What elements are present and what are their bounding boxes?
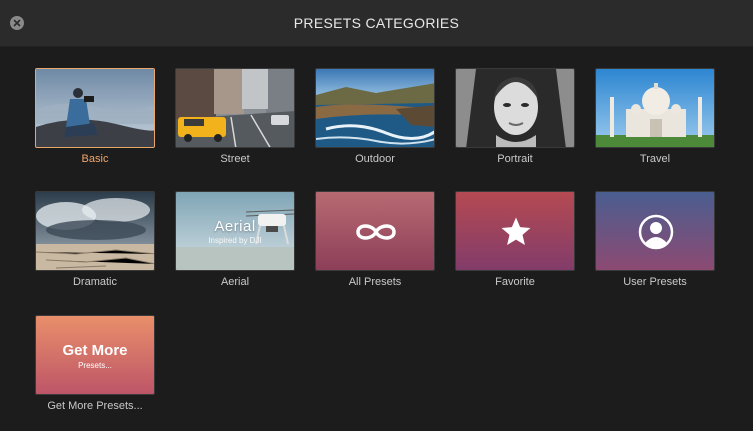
preset-label: Get More Presets...	[47, 400, 143, 412]
get-more-overlay-title: Get More	[62, 342, 128, 359]
preset-tile-get-more[interactable]: Get More Presets... Get More Presets...	[35, 315, 155, 412]
preset-tile-outdoor[interactable]: Outdoor	[315, 68, 435, 165]
preset-label: Street	[220, 153, 250, 165]
get-more-overlay-subtitle: Presets...	[78, 361, 112, 370]
portrait-thumbnail	[455, 68, 575, 148]
preset-label: Favorite	[495, 276, 535, 288]
preset-label: Outdoor	[355, 153, 395, 165]
travel-thumbnail	[595, 68, 715, 148]
user-icon	[638, 214, 674, 250]
preset-label: Basic	[81, 153, 109, 165]
title-bar: PRESETS CATEGORIES	[0, 0, 753, 47]
preset-tile-favorite[interactable]: Favorite	[455, 191, 575, 288]
preset-tile-basic[interactable]: Basic	[35, 68, 155, 165]
preset-tile-aerial[interactable]: Aerial Inspired by DJI Aerial	[175, 191, 295, 288]
aerial-overlay-subtitle: Inspired by DJI	[208, 236, 262, 245]
preset-label: Aerial	[220, 276, 250, 288]
preset-tile-dramatic[interactable]: Dramatic	[35, 191, 155, 288]
preset-label: Dramatic	[72, 276, 117, 288]
infinity-icon	[356, 224, 396, 240]
preset-label: Travel	[639, 153, 671, 165]
preset-tile-portrait[interactable]: Portrait	[455, 68, 575, 165]
star-icon	[501, 217, 531, 246]
preset-label: User Presets	[623, 276, 687, 288]
preset-label: Portrait	[497, 153, 533, 165]
dramatic-thumbnail	[35, 191, 155, 271]
aerial-thumbnail: Aerial Inspired by DJI	[175, 191, 295, 271]
aerial-overlay-title: Aerial	[214, 218, 256, 235]
window-title: PRESETS CATEGORIES	[293, 15, 460, 31]
preset-tile-all-presets[interactable]: All Presets	[315, 191, 435, 288]
presets-grid: Basic Street Outdoor Portrait Travel Dra…	[0, 48, 753, 431]
preset-tile-travel[interactable]: Travel	[595, 68, 715, 165]
street-thumbnail	[175, 68, 295, 148]
all-presets-thumbnail	[315, 191, 435, 271]
get-more-thumbnail: Get More Presets...	[35, 315, 155, 395]
preset-tile-street[interactable]: Street	[175, 68, 295, 165]
preset-tile-user-presets[interactable]: User Presets	[595, 191, 715, 288]
outdoor-thumbnail	[315, 68, 435, 148]
preset-label: All Presets	[348, 276, 402, 288]
basic-thumbnail	[35, 68, 155, 148]
user-presets-thumbnail	[595, 191, 715, 271]
favorite-thumbnail	[455, 191, 575, 271]
